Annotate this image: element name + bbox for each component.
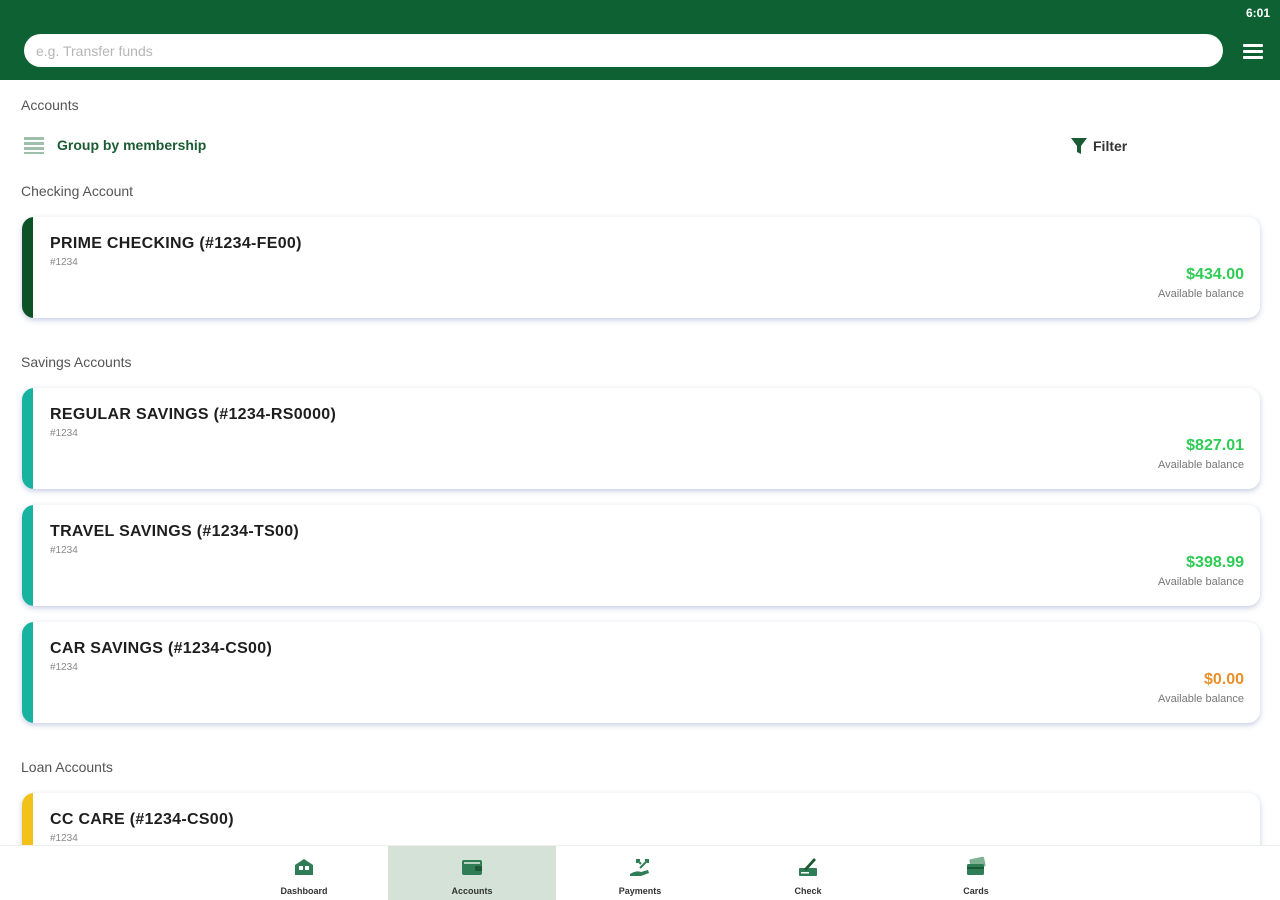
cards-icon (967, 856, 986, 875)
account-number: #1234 (50, 662, 78, 673)
payments-icon (630, 859, 649, 876)
filter-label: Filter (1093, 138, 1128, 154)
section-title-savings: Savings Accounts (21, 354, 132, 370)
hamburger-menu-icon[interactable] (1243, 44, 1263, 60)
section-title-checking: Checking Account (21, 183, 134, 199)
account-balance: $827.01 (1186, 437, 1244, 454)
account-balance: $398.99 (1186, 554, 1244, 571)
nav-item-accounts[interactable]: Accounts (388, 846, 556, 900)
account-card[interactable]: CAR SAVINGS (#1234-CS00) #1234 $0.00 Ava… (22, 622, 1260, 723)
accounts-content: Accounts Group by membership Filter Chec… (0, 80, 1280, 845)
account-accent-bar (22, 388, 33, 489)
status-time: 6:01 (1245, 6, 1270, 20)
nav-item-cards[interactable]: Cards (892, 846, 1060, 900)
account-number: #1234 (50, 428, 78, 439)
account-name: REGULAR SAVINGS (#1234-RS0000) (50, 406, 337, 423)
nav-label: Dashboard (280, 886, 328, 896)
nav-item-dashboard[interactable]: Dashboard (220, 846, 388, 900)
account-name: CAR SAVINGS (#1234-CS00) (50, 640, 273, 657)
balance-label: Available balance (1157, 288, 1244, 300)
balance-label: Available balance (1157, 693, 1244, 705)
app-header: 6:01 (0, 0, 1280, 80)
section-title-loan: Loan Accounts (21, 759, 113, 775)
page-title: Accounts (21, 97, 79, 113)
group-list-icon (24, 135, 46, 155)
nav-item-payments[interactable]: Payments (556, 846, 724, 900)
account-accent-bar (22, 622, 33, 723)
search-bar[interactable] (24, 34, 1223, 67)
wallet-icon (462, 860, 482, 875)
account-card[interactable]: TRAVEL SAVINGS (#1234-TS00) #1234 $398.9… (22, 505, 1260, 606)
check-deposit-icon (799, 858, 817, 876)
account-accent-bar (22, 505, 33, 606)
account-accent-bar (22, 217, 33, 318)
account-name: PRIME CHECKING (#1234-FE00) (50, 235, 302, 252)
balance-label: Available balance (1157, 576, 1244, 588)
filter-button[interactable]: Filter (1070, 137, 1127, 155)
filter-icon (1071, 138, 1087, 154)
account-number: #1234 (50, 545, 78, 556)
account-card[interactable]: PRIME CHECKING (#1234-FE00) #1234 $434.0… (22, 217, 1260, 318)
search-input[interactable] (24, 34, 1223, 67)
account-number: #1234 (50, 833, 78, 844)
nav-label: Payments (618, 886, 662, 896)
account-card[interactable]: CC CARE (#1234-CS00) #1234 (22, 793, 1260, 845)
account-name: CC CARE (#1234-CS00) (50, 811, 234, 828)
account-accent-bar (22, 793, 33, 845)
group-by-membership-button[interactable]: Group by membership (24, 135, 206, 155)
nav-label: Check (794, 886, 822, 896)
group-by-label: Group by membership (57, 137, 207, 153)
bottom-navigation: Dashboard Accounts Payments Check Cards (0, 845, 1280, 900)
account-balance: $0.00 (1203, 671, 1244, 688)
nav-item-check[interactable]: Check (724, 846, 892, 900)
account-card[interactable]: REGULAR SAVINGS (#1234-RS0000) #1234 $82… (22, 388, 1260, 489)
nav-label: Accounts (451, 886, 493, 896)
dashboard-icon (295, 859, 313, 875)
nav-label: Cards (963, 886, 989, 896)
balance-label: Available balance (1157, 459, 1244, 471)
account-balance: $434.00 (1186, 266, 1244, 283)
account-number: #1234 (50, 257, 78, 268)
account-name: TRAVEL SAVINGS (#1234-TS00) (50, 523, 300, 540)
